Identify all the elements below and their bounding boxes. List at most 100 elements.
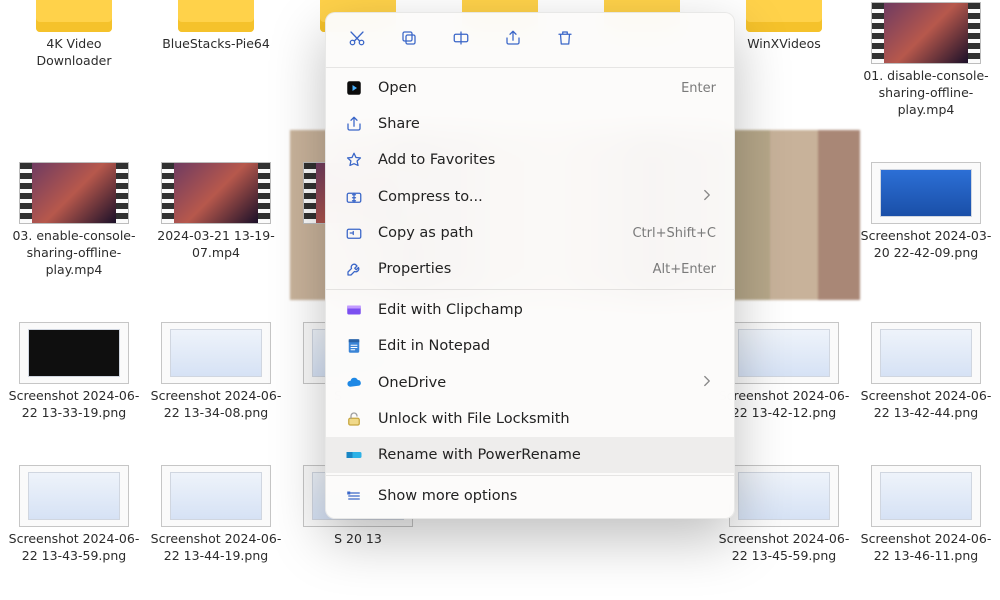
file-item[interactable]: Screenshot 2024-06-22 13-44-19.png bbox=[146, 463, 286, 600]
file-thumbnail bbox=[168, 2, 264, 32]
file-item[interactable]: BlueStacks-Pie64 bbox=[146, 0, 286, 154]
menu-item-accelerator: Alt+Enter bbox=[653, 262, 716, 277]
wrench-icon bbox=[344, 259, 364, 279]
menu-item-label: Rename with PowerRename bbox=[378, 447, 581, 463]
menu-item-label: Compress to... bbox=[378, 189, 483, 205]
menu-item-label: Show more options bbox=[378, 488, 517, 504]
menu-item-onedrive[interactable]: OneDrive bbox=[326, 364, 734, 401]
file-thumbnail bbox=[161, 465, 271, 527]
menu-item-share[interactable]: Share bbox=[326, 106, 734, 142]
file-item[interactable]: Screenshot 2024-06-22 13-45-59.png bbox=[714, 463, 854, 600]
context-menu-toolbar bbox=[326, 19, 734, 65]
copypath-icon bbox=[344, 223, 364, 243]
file-item[interactable]: Screenshot 2024-06-22 13-33-19.png bbox=[4, 320, 144, 457]
play-icon bbox=[344, 78, 364, 98]
clipchamp-icon bbox=[344, 300, 364, 320]
notepad-icon bbox=[344, 336, 364, 356]
file-thumbnail bbox=[161, 322, 271, 384]
menu-item-label: Edit in Notepad bbox=[378, 338, 490, 354]
more-icon bbox=[344, 486, 364, 506]
file-label: S 20 13 bbox=[334, 531, 382, 548]
file-thumbnail bbox=[19, 162, 129, 224]
file-thumbnail bbox=[26, 2, 122, 32]
menu-item-accelerator: Enter bbox=[681, 81, 716, 96]
file-label: Screenshot 2024-03-20 22-42-09.png bbox=[860, 228, 992, 262]
menu-item-label: OneDrive bbox=[378, 375, 446, 391]
unlock-icon bbox=[344, 409, 364, 429]
file-item[interactable]: Screenshot 2024-06-22 13-46-11.png bbox=[856, 463, 996, 600]
menu-item-copypath[interactable]: Copy as path Ctrl+Shift+C bbox=[326, 215, 734, 251]
menu-item-label: Properties bbox=[378, 261, 451, 277]
file-label: Screenshot 2024-06-22 13-43-59.png bbox=[8, 531, 140, 565]
menu-item-compress[interactable]: Compress to... bbox=[326, 178, 734, 215]
menu-item-wrench[interactable]: Properties Alt+Enter bbox=[326, 251, 734, 287]
menu-item-label: Share bbox=[378, 116, 420, 132]
file-thumbnail bbox=[729, 465, 839, 527]
file-item[interactable]: 2024-03-21 13-19-07.mp4 bbox=[146, 160, 286, 314]
file-item[interactable]: 4K Video Downloader bbox=[4, 0, 144, 154]
file-label: BlueStacks-Pie64 bbox=[162, 36, 270, 53]
star-icon bbox=[344, 150, 364, 170]
share-icon bbox=[504, 29, 522, 51]
menu-item-more[interactable]: Show more options bbox=[326, 478, 734, 514]
cut-button[interactable] bbox=[342, 25, 372, 55]
file-thumbnail bbox=[729, 322, 839, 384]
share-icon bbox=[344, 114, 364, 134]
powerrename-icon bbox=[344, 445, 364, 465]
file-label: 03. enable-console-sharing-offline-play.… bbox=[8, 228, 140, 279]
file-label: Screenshot 2024-06-22 13-42-44.png bbox=[860, 388, 992, 422]
grid-spacer bbox=[714, 160, 854, 314]
file-thumbnail bbox=[871, 162, 981, 224]
file-thumbnail bbox=[871, 465, 981, 527]
file-label: Screenshot 2024-06-22 13-34-08.png bbox=[150, 388, 282, 422]
chevron-right-icon bbox=[698, 186, 716, 207]
rename-icon bbox=[452, 29, 470, 51]
file-thumbnail bbox=[871, 2, 981, 64]
compress-icon bbox=[344, 187, 364, 207]
file-thumbnail bbox=[19, 465, 129, 527]
file-item[interactable]: 01. disable-console-sharing-offline-play… bbox=[856, 0, 996, 154]
file-label: Screenshot 2024-06-22 13-46-11.png bbox=[860, 531, 992, 565]
cut-icon bbox=[348, 29, 366, 51]
menu-item-powerrename[interactable]: Rename with PowerRename bbox=[326, 437, 734, 473]
file-item[interactable]: 03. enable-console-sharing-offline-play.… bbox=[4, 160, 144, 314]
delete-icon bbox=[556, 29, 574, 51]
file-label: Screenshot 2024-06-22 13-45-59.png bbox=[718, 531, 850, 565]
file-item[interactable]: Screenshot 2024-06-22 13-34-08.png bbox=[146, 320, 286, 457]
menu-item-notepad[interactable]: Edit in Notepad bbox=[326, 328, 734, 364]
file-item[interactable]: Screenshot 2024-03-20 22-42-09.png bbox=[856, 160, 996, 314]
rename-button[interactable] bbox=[446, 25, 476, 55]
file-thumbnail bbox=[161, 162, 271, 224]
delete-button[interactable] bbox=[550, 25, 580, 55]
file-label: Screenshot 2024-06-22 13-33-19.png bbox=[8, 388, 140, 422]
file-thumbnail bbox=[19, 322, 129, 384]
onedrive-icon bbox=[344, 373, 364, 393]
file-item[interactable]: Screenshot 2024-06-22 13-42-12.png bbox=[714, 320, 854, 457]
menu-item-label: Edit with Clipchamp bbox=[378, 302, 523, 318]
file-label: 01. disable-console-sharing-offline-play… bbox=[860, 68, 992, 119]
file-item[interactable]: Screenshot 2024-06-22 13-43-59.png bbox=[4, 463, 144, 600]
file-thumbnail bbox=[736, 2, 832, 32]
menu-item-accelerator: Ctrl+Shift+C bbox=[632, 226, 716, 241]
menu-item-clipchamp[interactable]: Edit with Clipchamp bbox=[326, 292, 734, 328]
menu-item-label: Open bbox=[378, 80, 417, 96]
file-label: Screenshot 2024-06-22 13-42-12.png bbox=[718, 388, 850, 422]
menu-item-star[interactable]: Add to Favorites bbox=[326, 142, 734, 178]
file-label: 2024-03-21 13-19-07.mp4 bbox=[150, 228, 282, 262]
copy-icon bbox=[400, 29, 418, 51]
menu-item-label: Add to Favorites bbox=[378, 152, 495, 168]
file-label: 4K Video Downloader bbox=[8, 36, 140, 70]
file-item[interactable]: Screenshot 2024-06-22 13-42-44.png bbox=[856, 320, 996, 457]
share-button[interactable] bbox=[498, 25, 528, 55]
file-label: WinXVideos bbox=[747, 36, 821, 53]
file-item[interactable]: WinXVideos bbox=[714, 0, 854, 154]
copy-button[interactable] bbox=[394, 25, 424, 55]
context-menu: Open Enter Share Add to Favorites Compress t… bbox=[325, 12, 735, 519]
file-thumbnail bbox=[871, 322, 981, 384]
file-label: Screenshot 2024-06-22 13-44-19.png bbox=[150, 531, 282, 565]
menu-item-label: Unlock with File Locksmith bbox=[378, 411, 570, 427]
menu-item-unlock[interactable]: Unlock with File Locksmith bbox=[326, 401, 734, 437]
chevron-right-icon bbox=[698, 372, 716, 393]
menu-item-label: Copy as path bbox=[378, 225, 473, 241]
menu-item-play[interactable]: Open Enter bbox=[326, 70, 734, 106]
